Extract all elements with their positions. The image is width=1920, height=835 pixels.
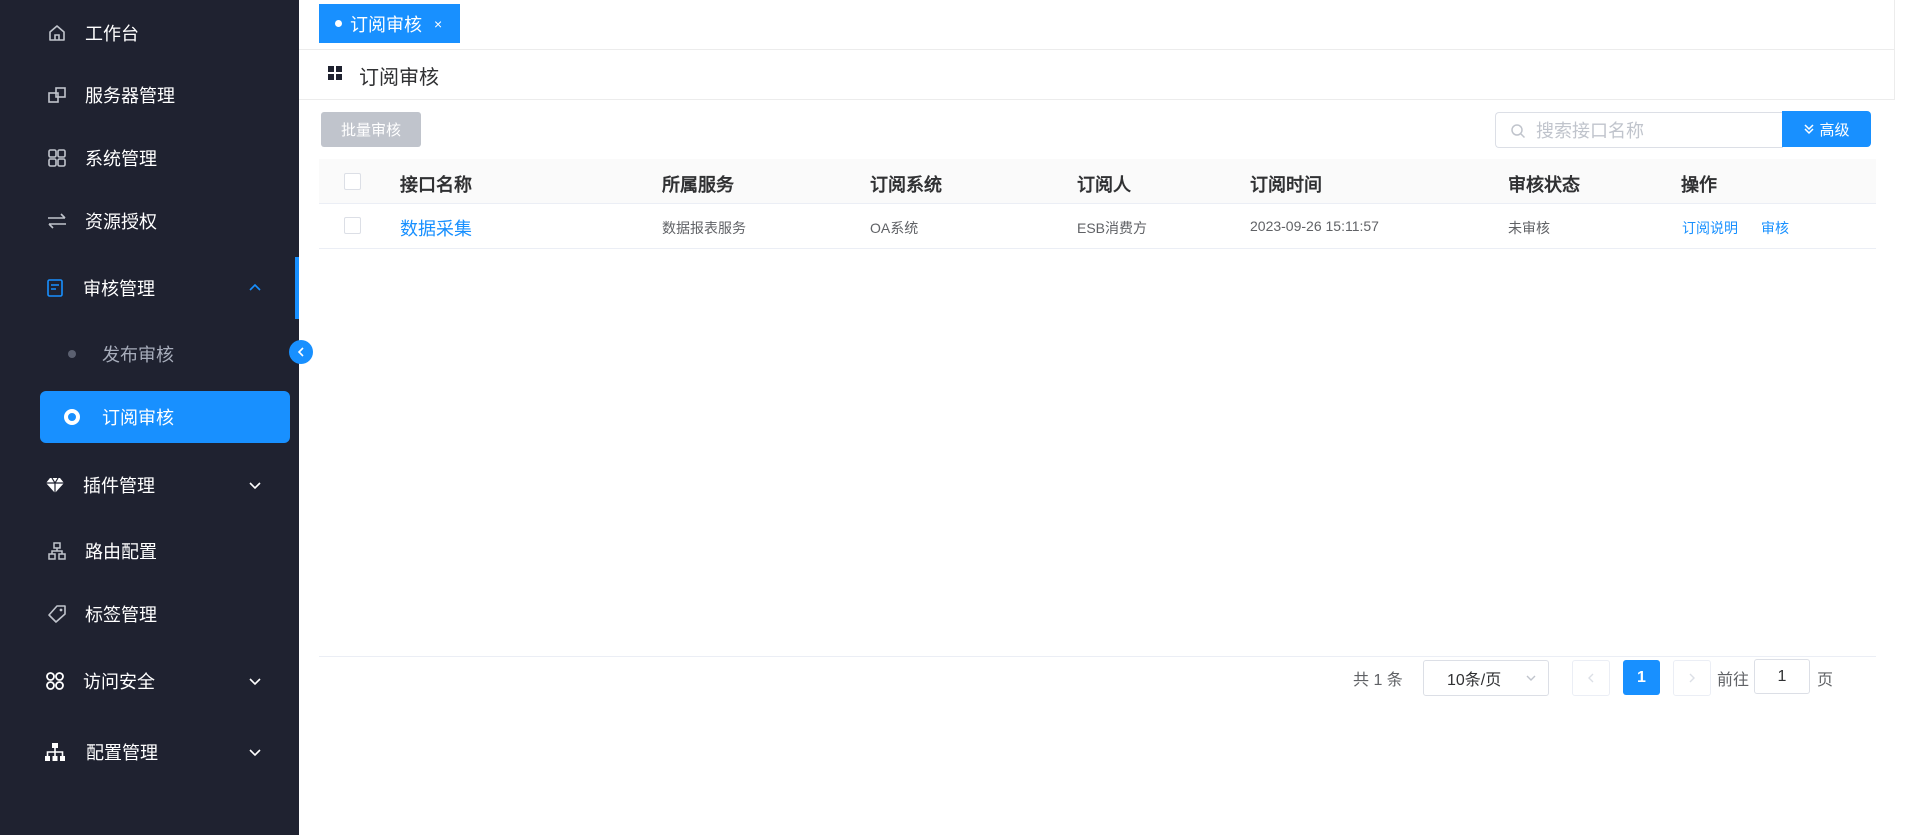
sidebar-subitem-label: 订阅审核 [102,408,174,428]
route-icon [46,540,68,562]
divider [1894,0,1895,100]
double-chevron-down-icon [1804,124,1815,135]
sidebar-item-config[interactable]: 配置管理 [0,727,299,777]
divider [319,656,1876,657]
sidebar-subitem-publish-audit[interactable]: 发布审核 [40,328,290,380]
sidebar-item-label: 资源授权 [85,212,157,232]
advanced-label: 高级 [1819,121,1850,139]
status-cell: 未审核 [1508,220,1550,236]
sidebar-item-route[interactable]: 路由配置 [0,526,299,576]
sidebar: 工作台 服务器管理 系统管理 资源授权 审核管理 发布审核 订阅审核 插件管理 … [0,0,299,835]
chevron-down-icon [246,743,264,761]
column-header: 所属服务 [662,175,734,195]
sidebar-item-system[interactable]: 系统管理 [0,133,299,183]
goto-label: 前往 [1717,672,1750,689]
server-icon [46,84,68,106]
chevron-left-icon [297,347,304,357]
sidebar-item-label: 审核管理 [83,279,155,299]
page-title: 订阅审核 [359,67,439,89]
collapse-sidebar-button[interactable] [289,340,313,364]
audit-link[interactable]: 审核 [1761,218,1789,238]
sidebar-item-workbench[interactable]: 工作台 [0,8,299,58]
chevron-left-icon [1588,673,1594,683]
sidebar-item-label: 路由配置 [85,542,157,562]
sidebar-subitem-label: 发布审核 [102,345,174,365]
table-header: 接口名称 所属服务 订阅系统 订阅人 订阅时间 审核状态 操作 [319,159,1876,204]
subscriber-cell: ESB消费方 [1077,220,1148,236]
page-size-select[interactable]: 10条/页 [1423,660,1549,696]
sidebar-item-access-security[interactable]: 访问安全 [0,656,299,706]
audit-icon [44,277,66,299]
transfer-icon [46,210,68,232]
column-header: 订阅系统 [870,175,942,195]
bullet-icon [68,350,76,358]
tab-label: 订阅审核 [350,14,422,35]
interface-name-link[interactable]: 数据采集 [400,215,472,241]
goto-page-input[interactable] [1754,659,1810,694]
batch-audit-button[interactable]: 批量审核 [321,112,421,147]
chevron-right-icon [1689,673,1695,683]
sidebar-item-server[interactable]: 服务器管理 [0,70,299,120]
service-cell: 数据报表服务 [662,220,746,236]
sidebar-item-label: 插件管理 [83,476,155,496]
diamond-icon [44,474,66,496]
chevron-down-icon [246,476,264,494]
active-indicator [295,257,299,319]
select-all-checkbox[interactable] [344,173,361,190]
page-number-current[interactable]: 1 [1623,660,1660,695]
advanced-search-button[interactable]: 高级 [1782,111,1871,147]
sidebar-item-label: 服务器管理 [85,86,175,106]
chevron-down-icon [246,672,264,690]
sidebar-subitem-subscribe-audit[interactable]: 订阅审核 [40,391,290,443]
search-input[interactable] [1534,113,1778,149]
sidebar-item-label: 标签管理 [85,605,157,625]
column-header: 审核状态 [1508,175,1580,195]
hierarchy-icon [44,741,66,763]
apps-grid-icon [328,66,342,80]
active-bullet-icon [64,409,80,425]
sidebar-item-label: 系统管理 [85,149,157,169]
page-size-value: 10条/页 [1447,672,1502,689]
row-checkbox[interactable] [344,217,361,234]
table-row: 数据采集 数据报表服务 OA系统 ESB消费方 2023-09-26 15:11… [319,204,1876,249]
next-page-button[interactable] [1673,660,1711,696]
apps-icon [44,670,66,692]
prev-page-button[interactable] [1572,660,1610,696]
sidebar-item-label: 配置管理 [86,743,158,763]
subscription-note-link[interactable]: 订阅说明 [1682,218,1738,238]
column-header: 接口名称 [400,175,472,195]
sidebar-item-audit[interactable]: 审核管理 [0,263,299,313]
column-header: 操作 [1681,175,1717,195]
close-icon[interactable]: × [434,16,442,32]
tab-bar: 订阅审核 × [299,0,1894,50]
tab-active-dot [335,20,342,27]
sidebar-item-tag[interactable]: 标签管理 [0,589,299,639]
sidebar-item-label: 工作台 [85,24,139,44]
sidebar-item-resource-auth[interactable]: 资源授权 [0,196,299,246]
tag-icon [46,603,68,625]
search-icon [1511,124,1526,139]
sidebar-item-label: 访问安全 [83,672,155,692]
page-header: 订阅审核 [299,50,1894,100]
grid-icon [46,147,68,169]
tab-subscribe-audit[interactable]: 订阅审核 × [319,4,461,43]
column-header: 订阅人 [1077,175,1131,195]
chevron-down-icon [1526,675,1536,681]
search-box [1495,112,1783,149]
chevron-up-icon [246,279,264,297]
time-cell: 2023-09-26 15:11:57 [1250,218,1379,234]
column-header: 订阅时间 [1250,175,1322,195]
home-icon [46,22,68,44]
total-count: 共 1 条 [1353,672,1403,689]
sidebar-item-plugin[interactable]: 插件管理 [0,460,299,510]
page-unit-label: 页 [1817,672,1834,689]
system-cell: OA系统 [870,220,919,236]
